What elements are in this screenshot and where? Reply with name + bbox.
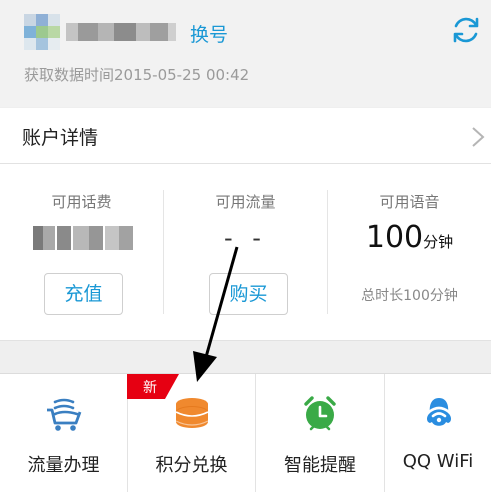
data-column: 可用流量 - - 购买 xyxy=(164,164,327,341)
switch-account-link[interactable]: 换号 xyxy=(190,20,228,47)
voice-total-note: 总时长100分钟 xyxy=(361,288,458,304)
alarm-clock-icon xyxy=(304,396,336,431)
account-details-row[interactable]: 账户详情 xyxy=(0,108,491,164)
balance-column: 可用话费 充值 xyxy=(0,164,163,341)
voice-unit: 分钟 xyxy=(423,233,454,251)
data-value: - - xyxy=(224,224,267,252)
data-label: 可用流量 xyxy=(215,193,276,211)
tile-label: 积分兑换 xyxy=(155,455,228,476)
function-grid: 流量办理 积分兑换 智能提醒 QQ WiFi xyxy=(0,373,491,492)
fetch-time: 获取数据时间2015-05-25 00:42 xyxy=(24,66,250,84)
buy-data-button[interactable]: 购买 xyxy=(209,273,288,315)
balance-panel: 可用话费 充值 可用流量 - - 购买 可用语音 100分钟 总时长100分钟 xyxy=(0,164,491,341)
wifi-icon xyxy=(427,398,451,426)
masked-phone-number xyxy=(66,23,176,41)
tile-label: 智能提醒 xyxy=(284,455,356,476)
voice-minutes: 100 xyxy=(365,220,424,255)
cart-icon xyxy=(47,398,82,431)
voice-label: 可用语音 xyxy=(379,193,440,211)
voice-column: 可用语音 100分钟 总时长100分钟 xyxy=(328,164,491,341)
refresh-icon[interactable] xyxy=(450,14,482,46)
recharge-button[interactable]: 充值 xyxy=(44,273,123,315)
voice-value: 100分钟 xyxy=(328,220,491,255)
chevron-right-icon xyxy=(472,127,485,147)
tile-label: QQ WiFi xyxy=(402,451,474,472)
coins-icon xyxy=(175,398,209,428)
tile-data-plans[interactable]: 流量办理 xyxy=(0,374,128,492)
avatar xyxy=(24,14,60,50)
balance-label: 可用话费 xyxy=(51,193,112,211)
account-details-title: 账户详情 xyxy=(22,127,99,149)
account-header: 换号 获取数据时间2015-05-25 00:42 xyxy=(0,0,491,107)
new-badge-text: 新 xyxy=(143,380,157,396)
new-badge: 新 xyxy=(127,374,179,399)
tile-smart-reminder[interactable]: 智能提醒 xyxy=(256,374,385,492)
tile-label: 流量办理 xyxy=(27,455,100,476)
tile-qq-wifi[interactable]: QQ WiFi xyxy=(385,374,491,492)
section-gap xyxy=(0,341,491,373)
masked-balance-value xyxy=(33,226,133,250)
